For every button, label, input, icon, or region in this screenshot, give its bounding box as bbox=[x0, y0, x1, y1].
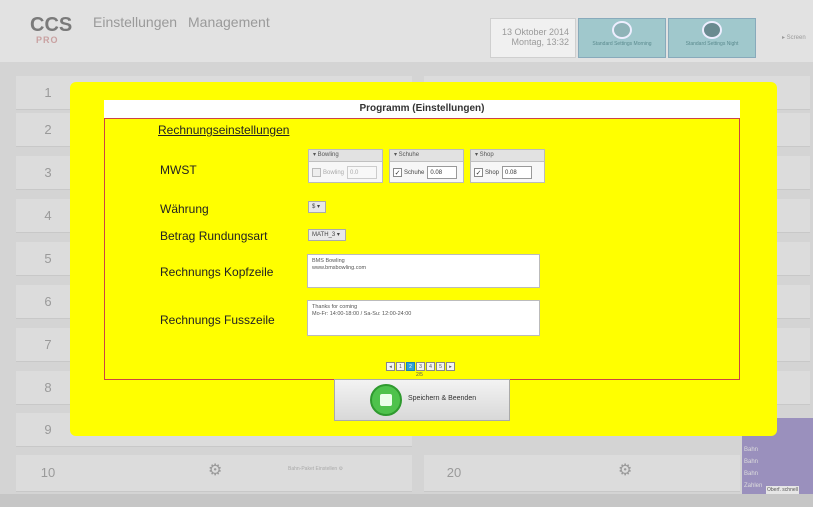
pager-page-3[interactable]: 3 bbox=[416, 362, 425, 371]
pager-next[interactable]: ▸ bbox=[446, 362, 455, 371]
bowling-vat-input[interactable]: 0.0 bbox=[347, 166, 378, 179]
app-logo: CCS bbox=[30, 14, 73, 36]
lane-number: 4 bbox=[44, 208, 52, 223]
textarea-line: www.bmsbowling.com bbox=[312, 265, 367, 271]
shop-vat-input[interactable]: 0.08 bbox=[502, 166, 533, 179]
mwst-group-header[interactable]: ▾ Schuhe bbox=[390, 150, 463, 162]
surface-speed-label[interactable]: Oberf. schnell bbox=[766, 486, 799, 494]
bowling-label: Bowling bbox=[323, 169, 345, 176]
pager-prev[interactable]: ◂ bbox=[386, 362, 395, 371]
chevron-down-icon: ▾ bbox=[336, 232, 340, 238]
schuhe-label: Schuhe bbox=[404, 169, 425, 176]
quick-button-morning[interactable]: Standard Settings Morning bbox=[578, 18, 666, 58]
mwst-group-header[interactable]: ▾ Bowling bbox=[309, 150, 382, 162]
shop-checkbox[interactable]: ✓ bbox=[474, 168, 483, 177]
kopfzeile-label: Rechnungs Kopfzeile bbox=[160, 265, 274, 279]
save-icon bbox=[370, 384, 402, 416]
screen-link[interactable]: ▸ Screen bbox=[782, 34, 806, 41]
pager-page-1[interactable]: 1 bbox=[396, 362, 405, 371]
status-line: Bahn bbox=[744, 459, 759, 465]
menu-management[interactable]: Management bbox=[188, 14, 270, 30]
mwst-schuhe-group: ▾ Schuhe ✓ Schuhe 0.08 bbox=[389, 149, 464, 183]
lane-number: 1 bbox=[44, 85, 52, 100]
quick-button-night[interactable]: Standard Settings Night bbox=[668, 18, 756, 58]
status-line: Zahlen bbox=[744, 483, 763, 489]
lane-package-label[interactable]: Bahn-Paket Einstellen ⚙ bbox=[288, 466, 343, 472]
pager-page-2[interactable]: 2 bbox=[406, 362, 415, 371]
quick-button-label: Standard Settings Morning bbox=[592, 41, 652, 47]
schuhe-vat-input[interactable]: 0.08 bbox=[427, 166, 458, 179]
time-text: Montag, 13:32 bbox=[511, 37, 569, 47]
pager-count: 2/5 bbox=[416, 372, 423, 378]
app-logo-sub: PRO bbox=[36, 35, 59, 45]
lane-number: 2 bbox=[44, 122, 52, 137]
section-heading: Rechnungseinstellungen bbox=[158, 123, 290, 137]
modal-title: Programm (Einstellungen) bbox=[104, 100, 740, 119]
waehrung-value: $ bbox=[312, 204, 316, 210]
lane-number: 20 bbox=[446, 465, 462, 480]
shop-label: Shop bbox=[485, 169, 500, 176]
chevron-down-icon: ▾ bbox=[317, 204, 321, 210]
mwst-label: MWST bbox=[160, 163, 197, 177]
datetime-display: 13 Oktober 2014 Montag, 13:32 bbox=[490, 18, 576, 58]
textarea-line: Mo-Fr: 14:00-18:00 / Sa-Su: 12:00-24:00 bbox=[312, 311, 412, 317]
mwst-bowling-group: ▾ Bowling Bowling 0.0 bbox=[308, 149, 383, 183]
rundung-label: Betrag Rundungsart bbox=[160, 229, 268, 243]
bottom-strip bbox=[0, 494, 813, 507]
settings-dial-icon bbox=[702, 21, 722, 39]
pager-page-5[interactable]: 5 bbox=[436, 362, 445, 371]
waehrung-label: Währung bbox=[160, 202, 209, 216]
lane-number: 10 bbox=[40, 465, 56, 480]
bowling-checkbox[interactable] bbox=[312, 168, 321, 177]
textarea-line: BMS Bowling bbox=[312, 258, 345, 264]
quick-button-label: Standard Settings Night bbox=[685, 41, 739, 47]
kopfzeile-textarea[interactable]: BMS Bowling www.bmsbowling.com bbox=[307, 254, 540, 288]
fusszeile-label: Rechnungs Fusszeile bbox=[160, 313, 275, 327]
lane-number: 7 bbox=[44, 337, 52, 352]
pagination: ◂ 1 2 3 4 5 ▸ bbox=[386, 362, 455, 372]
rundung-value: MATH_3 bbox=[312, 232, 336, 238]
lane-number: 5 bbox=[44, 251, 52, 266]
lane-number: 6 bbox=[44, 294, 52, 309]
lane-number: 8 bbox=[44, 380, 52, 395]
status-line: Bahn bbox=[744, 447, 759, 453]
waehrung-select[interactable]: $ ▾ bbox=[308, 201, 326, 213]
date-text: 13 Oktober 2014 bbox=[501, 27, 569, 37]
lane-number: 3 bbox=[44, 165, 52, 180]
gear-icon[interactable]: ⚙ bbox=[208, 460, 222, 479]
fusszeile-textarea[interactable]: Thanks for coming Mo-Fr: 14:00-18:00 / S… bbox=[307, 300, 540, 336]
menu-einstellungen[interactable]: Einstellungen bbox=[93, 14, 177, 30]
mwst-shop-group: ▾ Shop ✓ Shop 0.08 bbox=[470, 149, 545, 183]
rundung-select[interactable]: MATH_3 ▾ bbox=[308, 229, 346, 241]
settings-dial-icon bbox=[612, 21, 632, 39]
gear-icon[interactable]: ⚙ bbox=[618, 460, 632, 479]
schuhe-checkbox[interactable]: ✓ bbox=[393, 168, 402, 177]
mwst-group-header[interactable]: ▾ Shop bbox=[471, 150, 544, 162]
save-button-label: Speichern & Beenden bbox=[408, 395, 477, 402]
pager-page-4[interactable]: 4 bbox=[426, 362, 435, 371]
textarea-line: Thanks for coming bbox=[312, 304, 358, 310]
lane-number: 9 bbox=[44, 422, 52, 437]
status-line: Bahn bbox=[744, 471, 759, 477]
